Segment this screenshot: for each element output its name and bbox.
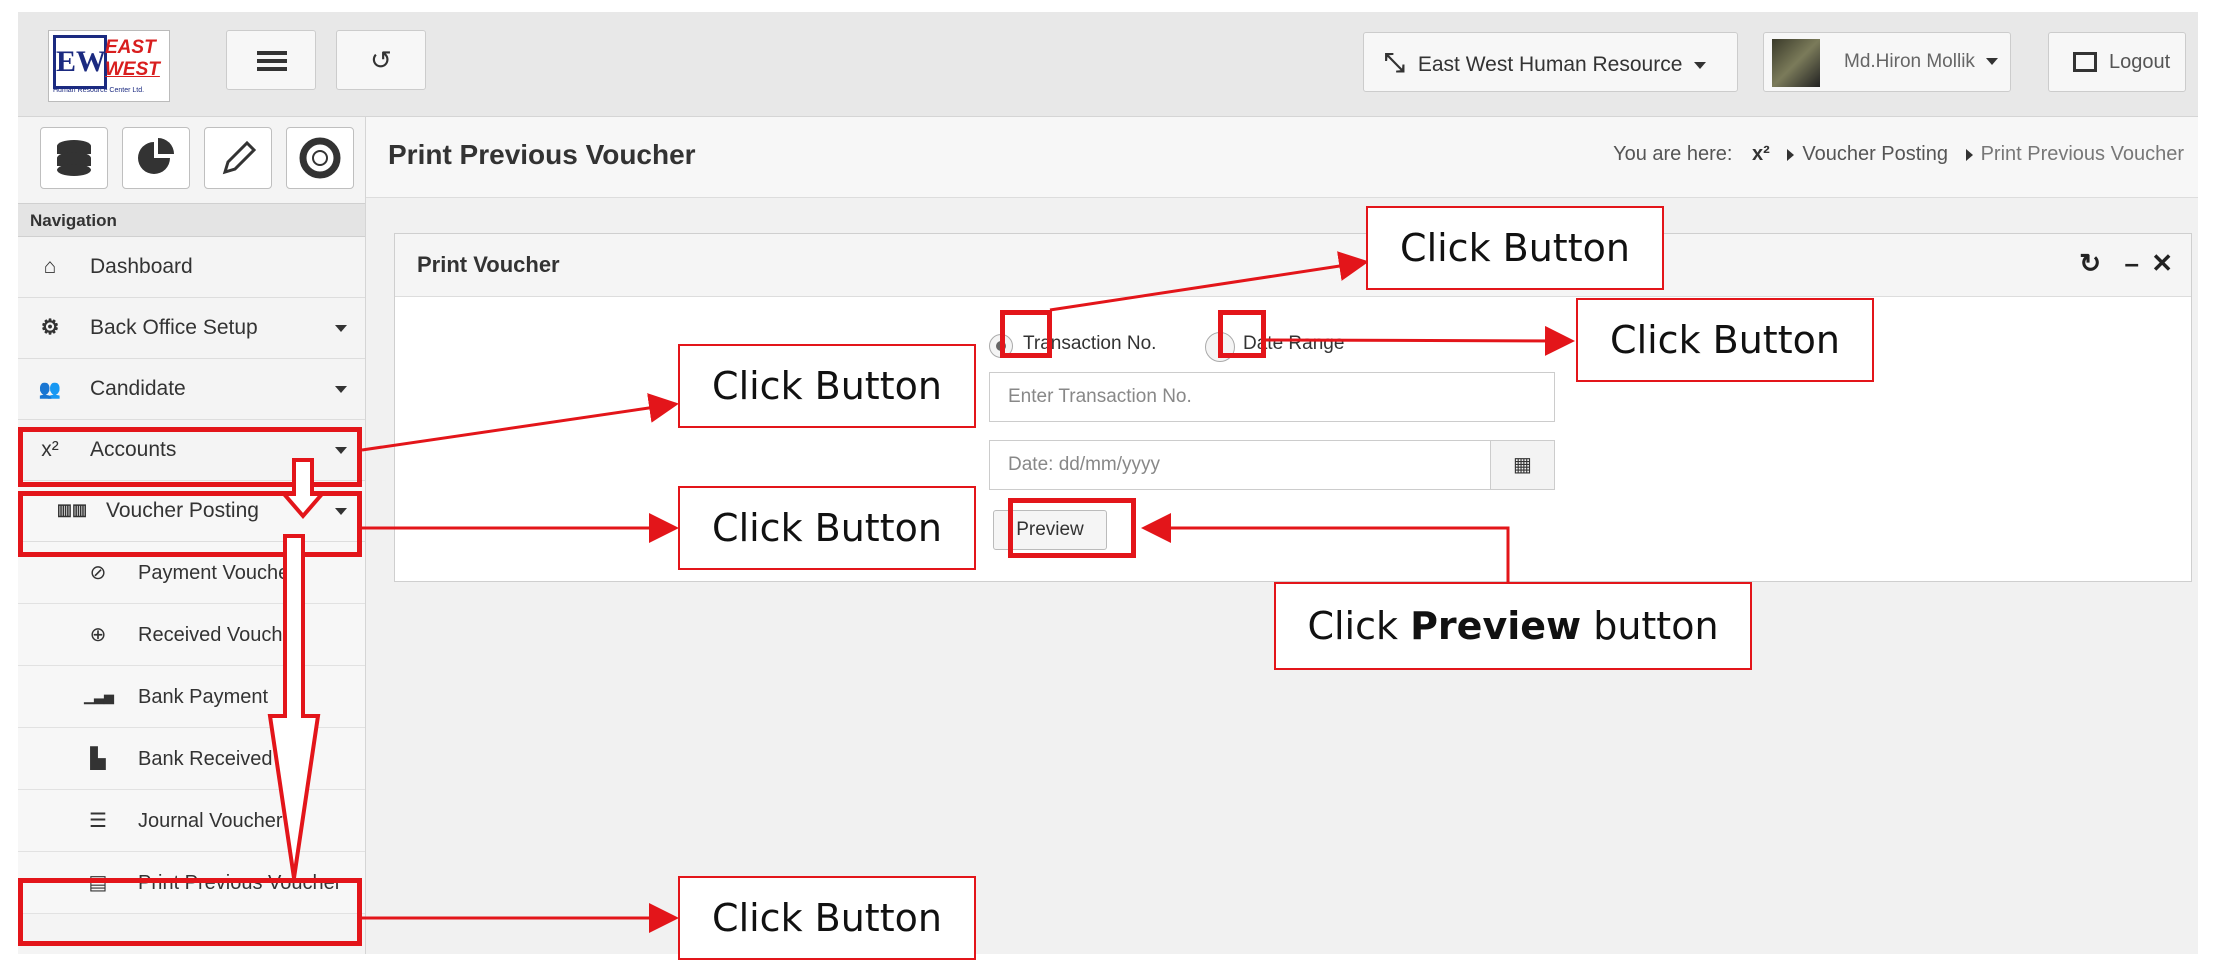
- callout-preview-bold: Preview: [1410, 604, 1582, 648]
- arrow-date-radio: [1265, 325, 1575, 356]
- callout-preview-suffix: button: [1581, 604, 1719, 648]
- callout-click-button-date: Click Button: [1576, 298, 1874, 382]
- arrow-transaction-radio: [1049, 251, 1369, 312]
- annotation-arrows: [267, 251, 1575, 933]
- callout-click-button-transaction: Click Button: [1366, 206, 1664, 290]
- callout-click-button-voucher-posting: Click Button: [678, 486, 976, 570]
- callout-click-button-print-previous: Click Button: [678, 876, 976, 960]
- callout-click-button-accounts: Click Button: [678, 344, 976, 428]
- callout-click-preview: Click Preview button: [1274, 582, 1752, 670]
- callout-preview-prefix: Click: [1307, 604, 1411, 648]
- arrow-accounts: [361, 393, 679, 452]
- down-arrow-accounts: [279, 458, 327, 520]
- arrow-preview: [1141, 513, 1510, 582]
- down-arrow-voucher-posting: [267, 534, 321, 879]
